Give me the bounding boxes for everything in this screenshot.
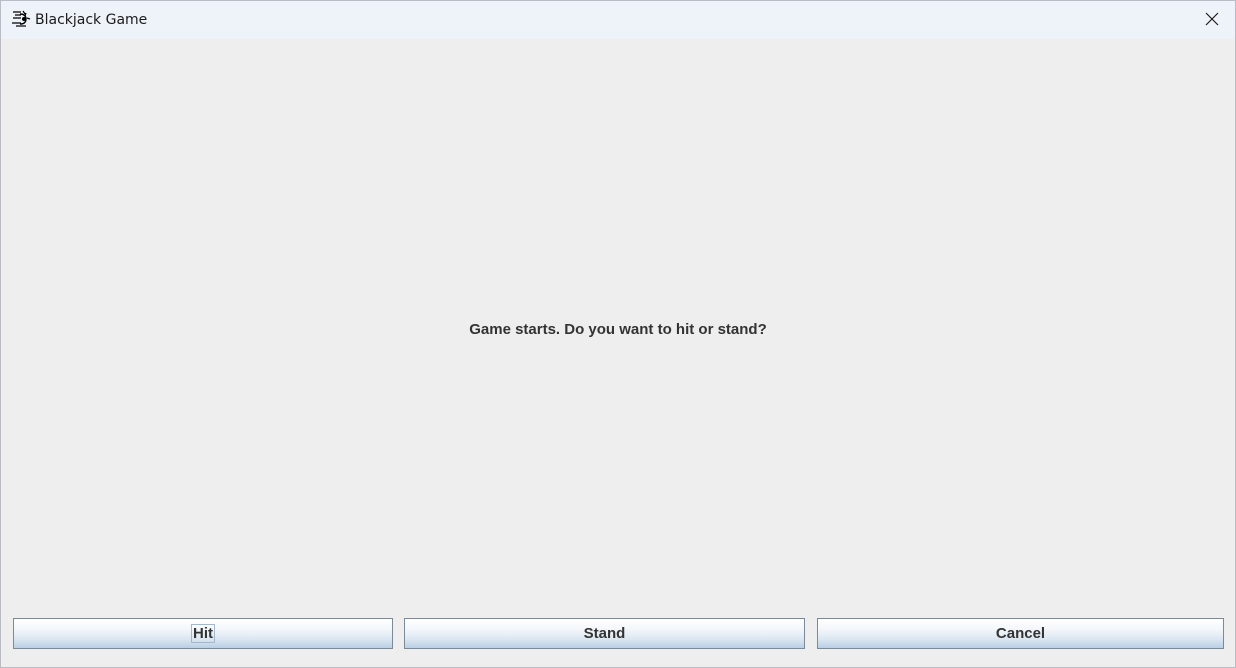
java-cup-icon <box>10 9 32 29</box>
hit-button[interactable]: Hit <box>13 618 393 649</box>
stand-button-label: Stand <box>583 625 626 642</box>
stand-button[interactable]: Stand <box>404 618 805 649</box>
close-icon <box>1205 11 1219 30</box>
cancel-button-label: Cancel <box>995 625 1046 642</box>
game-message: Game starts. Do you want to hit or stand… <box>469 321 767 338</box>
title-bar[interactable]: Blackjack Game <box>1 1 1235 39</box>
content-panel: Game starts. Do you want to hit or stand… <box>1 39 1235 667</box>
close-button[interactable] <box>1189 1 1235 39</box>
dialog-window: Blackjack Game Game starts. Do you want … <box>0 0 1236 668</box>
cancel-button[interactable]: Cancel <box>817 618 1224 649</box>
hit-button-label: Hit <box>191 624 215 643</box>
window-title: Blackjack Game <box>35 12 148 28</box>
